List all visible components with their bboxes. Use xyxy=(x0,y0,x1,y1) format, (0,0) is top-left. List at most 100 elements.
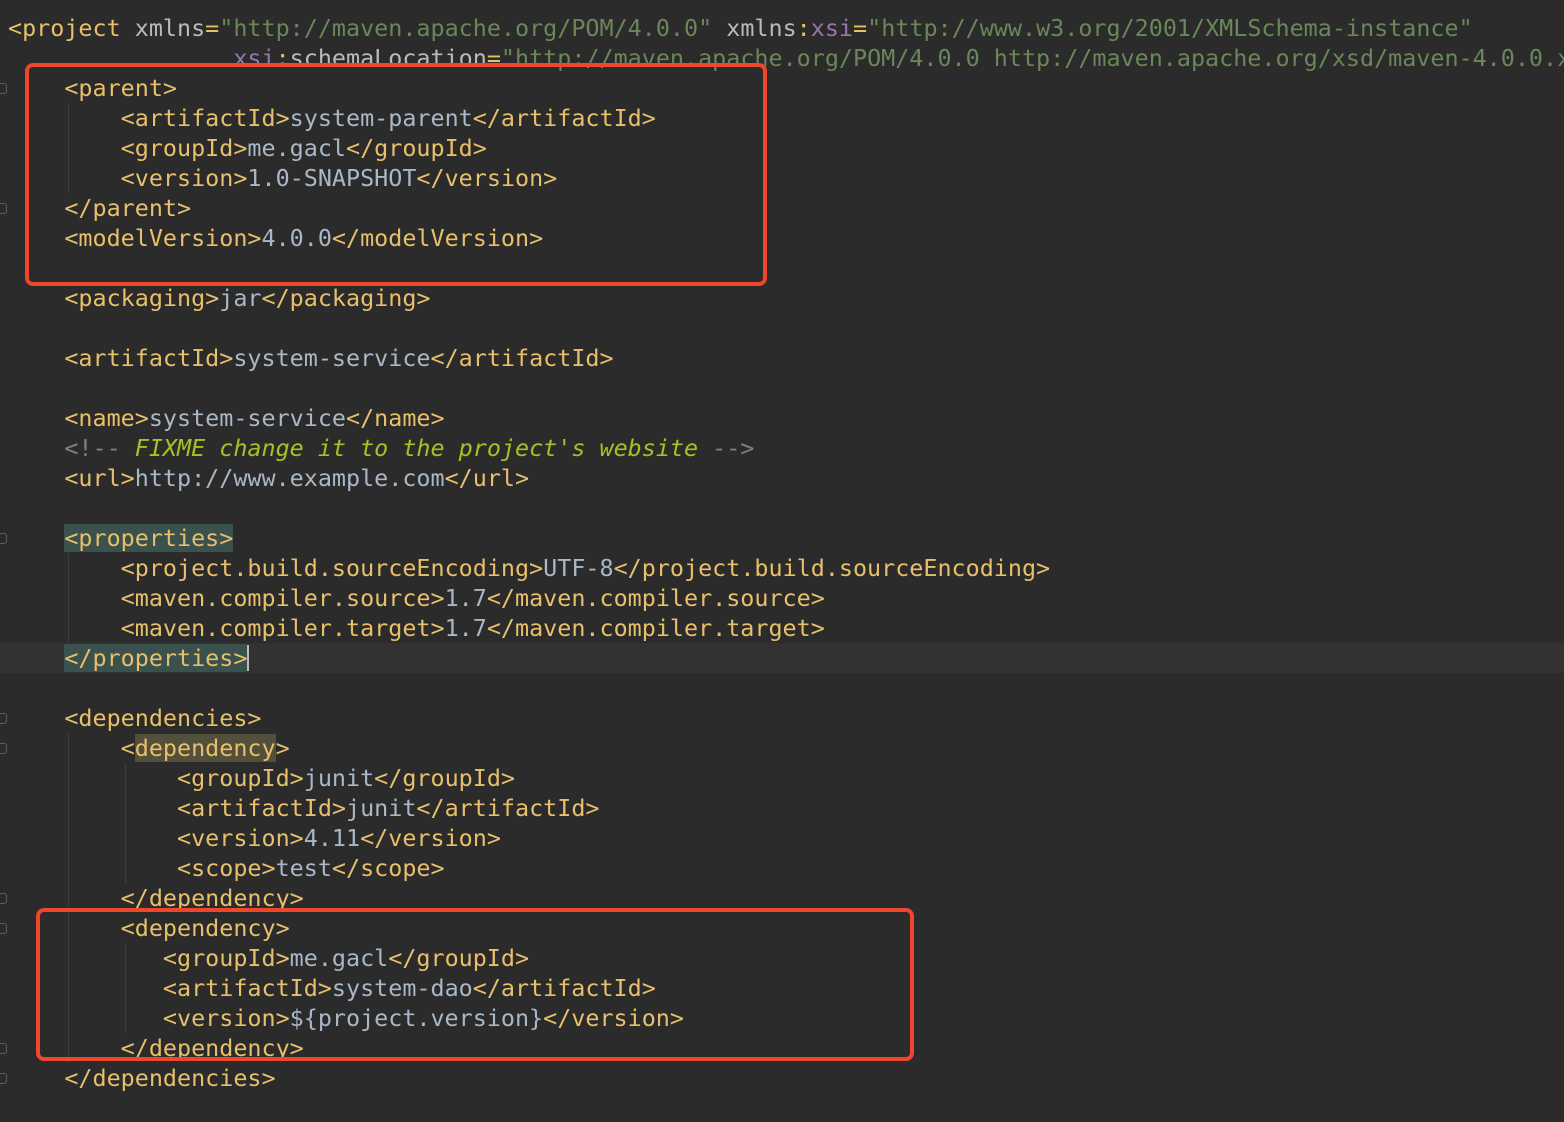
code-token: = xyxy=(205,14,220,42)
code-line[interactable]: <url>http://www.example.com</url> xyxy=(0,463,1564,493)
code-token: <project xyxy=(8,14,135,42)
code-token: 1.7 xyxy=(444,584,487,612)
code-line[interactable]: <artifactId>system-dao</artifactId> xyxy=(0,973,1564,1003)
code-editor[interactable]: <project xmlns="http://maven.apache.org/… xyxy=(0,0,1564,1122)
code-line[interactable]: <version>1.0-SNAPSHOT</version> xyxy=(0,163,1564,193)
code-line[interactable]: </properties> xyxy=(0,643,1564,673)
code-token: "http://www.w3.org/2001/XMLSchema-instan… xyxy=(867,14,1473,42)
code-line[interactable]: <groupId>me.gacl</groupId> xyxy=(0,133,1564,163)
code-line[interactable]: <artifactId>junit</artifactId> xyxy=(0,793,1564,823)
code-line[interactable]: <project xmlns="http://maven.apache.org/… xyxy=(0,13,1564,43)
code-line[interactable]: </dependency> xyxy=(0,883,1564,913)
code-text: <properties> xyxy=(8,523,234,553)
code-line[interactable]: </dependencies> xyxy=(0,1063,1564,1093)
code-text: <version>1.0-SNAPSHOT</version> xyxy=(8,163,558,193)
code-line[interactable] xyxy=(0,313,1564,343)
code-line[interactable]: <packaging>jar</packaging> xyxy=(0,283,1564,313)
code-line[interactable]: <!-- FIXME change it to the project's we… xyxy=(0,433,1564,463)
code-line[interactable]: <dependency> xyxy=(0,913,1564,943)
code-line[interactable]: <dependency> xyxy=(0,733,1564,763)
code-text: <groupId>junit</groupId> xyxy=(8,763,515,793)
code-line[interactable]: <maven.compiler.source>1.7</maven.compil… xyxy=(0,583,1564,613)
code-text: <name>system-service</name> xyxy=(8,403,445,433)
code-line[interactable] xyxy=(0,373,1564,403)
code-token: junit xyxy=(303,764,375,792)
code-token: </parent> xyxy=(64,194,192,222)
code-token: <maven.compiler.source> xyxy=(120,584,445,612)
code-token: </version> xyxy=(360,824,501,852)
code-line[interactable]: </parent> xyxy=(0,193,1564,223)
code-token: <parent> xyxy=(64,74,178,102)
code-text: xsi:schemaLocation="http://maven.apache.… xyxy=(8,43,1564,73)
code-text: <groupId>me.gacl</groupId> xyxy=(8,133,487,163)
code-line[interactable]: <version>${project.version}</version> xyxy=(0,1003,1564,1033)
code-token: </dependency> xyxy=(120,1034,304,1062)
code-text: <maven.compiler.target>1.7</maven.compil… xyxy=(8,613,825,643)
code-token: http://www.example.com xyxy=(134,464,445,492)
code-text: <groupId>me.gacl</groupId> xyxy=(8,943,529,973)
code-token: <version> xyxy=(177,824,304,852)
code-token: : xyxy=(796,14,811,42)
code-token: <name> xyxy=(64,404,149,432)
code-token: </name> xyxy=(346,404,445,432)
code-token: test xyxy=(275,854,332,882)
code-token: < xyxy=(120,734,135,762)
code-line[interactable] xyxy=(0,493,1564,523)
code-token: <packaging> xyxy=(64,284,220,312)
code-token: ${project.version} xyxy=(289,1004,544,1032)
code-line[interactable]: <artifactId>system-parent</artifactId> xyxy=(0,103,1564,133)
code-text: </dependency> xyxy=(8,883,304,913)
code-text: <!-- FIXME change it to the project's we… xyxy=(8,433,754,463)
code-line[interactable]: <groupId>junit</groupId> xyxy=(0,763,1564,793)
code-token: xsi xyxy=(810,14,854,42)
code-line[interactable] xyxy=(0,253,1564,283)
code-line[interactable]: <modelVersion>4.0.0</modelVersion> xyxy=(0,223,1564,253)
code-text: <version>${project.version}</version> xyxy=(8,1003,684,1033)
code-line[interactable]: <artifactId>system-service</artifactId> xyxy=(0,343,1564,373)
code-text: <dependencies> xyxy=(8,703,262,733)
code-token: 1.7 xyxy=(444,614,487,642)
code-token: jar xyxy=(219,284,262,312)
code-line[interactable]: xsi:schemaLocation="http://maven.apache.… xyxy=(0,43,1564,73)
code-token: </artifactId> xyxy=(430,344,614,372)
code-line[interactable]: </dependency> xyxy=(0,1033,1564,1063)
code-line[interactable] xyxy=(0,673,1564,703)
code-line[interactable]: <groupId>me.gacl</groupId> xyxy=(0,943,1564,973)
code-token: </artifactId> xyxy=(472,974,656,1002)
code-token: system-service xyxy=(148,404,346,432)
code-token: </dependencies> xyxy=(64,1064,276,1092)
code-token: <groupId> xyxy=(120,134,248,162)
code-token: <version> xyxy=(120,164,248,192)
code-token: </url> xyxy=(444,464,530,492)
code-text: <project.build.sourceEncoding>UTF-8</pro… xyxy=(8,553,1050,583)
code-line[interactable]: <dependencies> xyxy=(0,703,1564,733)
code-line[interactable]: <parent> xyxy=(0,73,1564,103)
code-line[interactable]: <scope>test</scope> xyxy=(0,853,1564,883)
code-token: </packaging> xyxy=(261,284,431,312)
code-text: <artifactId>system-parent</artifactId> xyxy=(8,103,656,133)
code-token: <dependencies> xyxy=(64,704,262,732)
code-token: <groupId> xyxy=(162,944,290,972)
code-token: <modelVersion> xyxy=(64,224,262,252)
code-text: <url>http://www.example.com</url> xyxy=(8,463,529,493)
code-text: <packaging>jar</packaging> xyxy=(8,283,431,313)
code-token: <url> xyxy=(64,464,135,492)
code-text: </dependency> xyxy=(8,1033,304,1063)
code-token: </version> xyxy=(543,1004,684,1032)
code-token: <dependency> xyxy=(120,914,290,942)
code-token: me.gacl xyxy=(289,944,389,972)
code-text: <artifactId>junit</artifactId> xyxy=(8,793,600,823)
code-text: <modelVersion>4.0.0</modelVersion> xyxy=(8,223,543,253)
code-token: </version> xyxy=(416,164,558,192)
code-token: </maven.compiler.target> xyxy=(486,614,825,642)
code-line[interactable]: <properties> xyxy=(0,523,1564,553)
code-line[interactable]: <name>system-service</name> xyxy=(0,403,1564,433)
code-line[interactable]: <project.build.sourceEncoding>UTF-8</pro… xyxy=(0,553,1564,583)
code-line[interactable]: <maven.compiler.target>1.7</maven.compil… xyxy=(0,613,1564,643)
code-line[interactable]: <version>4.11</version> xyxy=(0,823,1564,853)
code-token: </groupId> xyxy=(388,944,530,972)
code-token: <groupId> xyxy=(177,764,304,792)
code-token: 4.11 xyxy=(303,824,361,852)
code-token: </groupId> xyxy=(346,134,487,162)
